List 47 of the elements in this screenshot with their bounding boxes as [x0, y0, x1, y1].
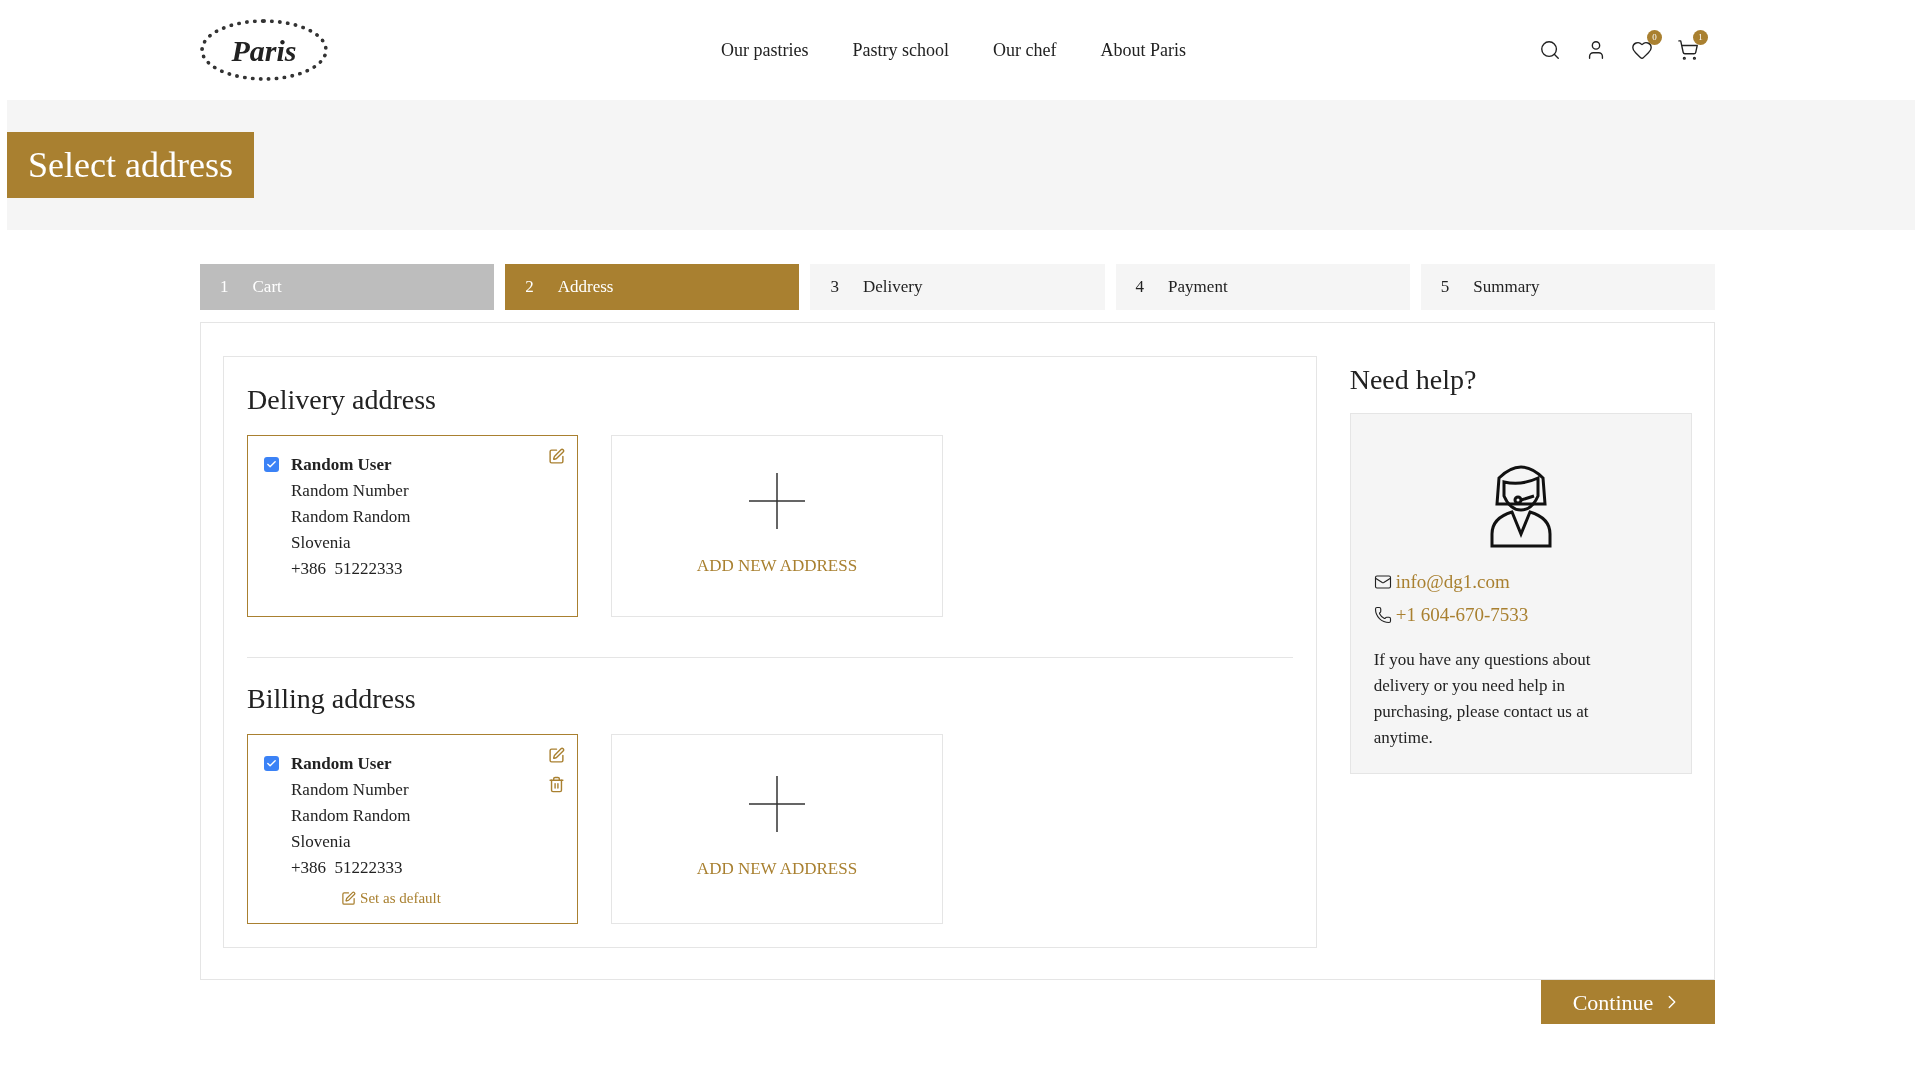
address-line: +386 51222333 — [291, 558, 403, 580]
nav-link[interactable]: Pastry school — [852, 36, 949, 64]
continue-button[interactable]: Continue — [1541, 980, 1715, 1024]
checkout-step[interactable]: 4 Payment — [1115, 264, 1410, 310]
address-line: Random Number — [291, 480, 409, 502]
address-line: Random Random — [291, 805, 411, 827]
edit-icon[interactable] — [548, 747, 565, 764]
edit-icon[interactable] — [548, 448, 565, 465]
address-line: Random Random — [291, 506, 411, 528]
help-text: If you have any questions about delivery or you need help in purchasing, please contact us at anytime. — [1373, 649, 1592, 749]
address-line: Slovenia — [291, 831, 351, 853]
phone-icon — [1373, 605, 1392, 624]
search-icon[interactable] — [1539, 39, 1561, 61]
check-icon — [266, 459, 277, 470]
section-heading: Delivery address — [247, 383, 437, 417]
pen-icon — [341, 890, 357, 906]
add-address-card[interactable]: ADD NEW ADDRESS — [611, 734, 943, 924]
section-heading: Billing address — [247, 682, 417, 716]
address-line: +386 51222333 — [291, 857, 403, 879]
logo[interactable]: Paris — [200, 19, 328, 81]
count-badge: 1 — [1693, 30, 1708, 45]
delete-icon[interactable] — [548, 776, 565, 793]
address-line: Slovenia — [291, 532, 351, 554]
checkout-step[interactable]: 3 Delivery — [810, 264, 1105, 310]
address-card[interactable]: Random User Random Number Random Random Slovenia +386 51222333 — [247, 435, 578, 617]
address-card[interactable]: Random User Random Number Random Random Slovenia +386 51222333 Set as default — [247, 734, 578, 924]
nav-link[interactable]: About Paris — [1100, 36, 1186, 64]
nav-link[interactable]: Our pastries — [721, 36, 809, 64]
checkout-step[interactable]: 5 Summary — [1420, 264, 1715, 310]
plus-icon — [749, 776, 805, 833]
mail-icon — [1373, 573, 1392, 592]
add-address-card[interactable]: ADD NEW ADDRESS — [611, 435, 943, 617]
heart-icon[interactable] — [1631, 39, 1653, 61]
checkbox[interactable] — [264, 457, 279, 472]
address-line: Random Number — [291, 779, 409, 801]
checkout-step[interactable]: 2 Address — [505, 264, 800, 310]
set-default-link[interactable]: Set as default — [341, 885, 441, 911]
checkbox[interactable] — [264, 756, 279, 771]
address-name: Random User — [291, 753, 392, 775]
plus-icon — [749, 473, 805, 530]
help-heading: Need help? — [1349, 363, 1478, 397]
cart-icon[interactable] — [1677, 39, 1699, 61]
nav-link[interactable]: Our chef — [993, 36, 1057, 64]
count-badge: 0 — [1647, 30, 1662, 45]
address-name: Random User — [291, 454, 392, 476]
check-icon — [266, 758, 277, 769]
page-title: Select address — [7, 132, 254, 198]
